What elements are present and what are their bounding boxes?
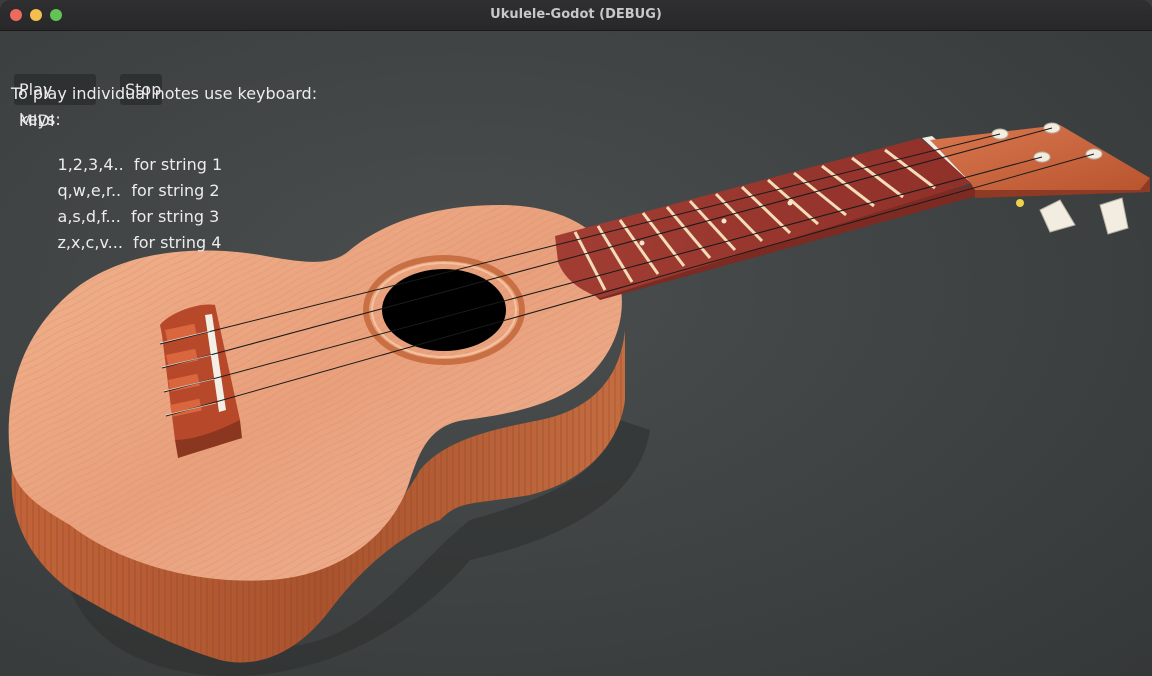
key-hint-text: for string 4 (133, 233, 222, 252)
ukulele-model (8, 122, 1150, 676)
instructions-heading: To play individual notes use keyboard: (11, 84, 318, 103)
title-bar: Ukulele-Godot (DEBUG) (0, 0, 1152, 31)
key-hint-keys: z,x,c,v... (57, 233, 123, 252)
3d-viewport[interactable]: Play MIDI Stop To play individual notes … (0, 31, 1152, 676)
app-window: Ukulele-Godot (DEBUG) Play MIDI Stop To … (0, 0, 1152, 676)
window-title: Ukulele-Godot (DEBUG) (490, 7, 662, 22)
fretboard (555, 138, 975, 298)
keys-label: keys: (19, 110, 61, 129)
sound-hole (382, 269, 506, 351)
key-hint-row: z,x,c,v... for string 4 (27, 214, 222, 271)
